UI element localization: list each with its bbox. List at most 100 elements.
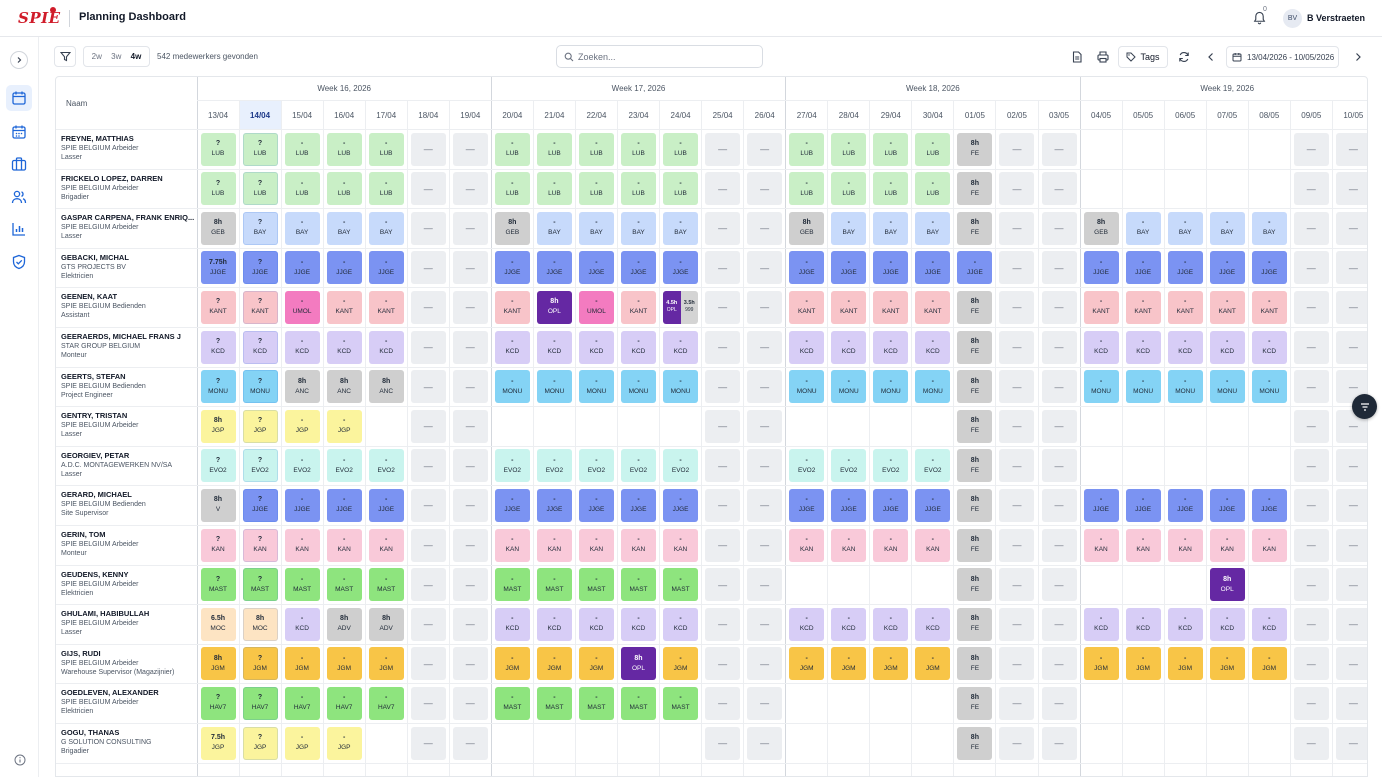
empty-cell[interactable]: — [410, 607, 446, 641]
assignment-cell[interactable]: - JJGE [1251, 251, 1287, 285]
assignment-cell[interactable]: - KANT [915, 290, 951, 324]
empty-cell[interactable]: — [747, 172, 783, 206]
assignment-cell[interactable]: - JJGE [1167, 488, 1203, 522]
assignment-cell[interactable]: 8h FE [957, 488, 993, 522]
day-header[interactable]: 25/04 [702, 101, 744, 129]
assignment-cell[interactable]: - JJGE [621, 488, 656, 522]
assignment-cell[interactable]: - JGM [789, 647, 825, 681]
assignment-cell[interactable]: 8h GEB [1083, 211, 1119, 245]
assignment-cell[interactable]: - JJGE [789, 251, 825, 285]
empty-cell[interactable]: — [747, 568, 783, 602]
range-4w-button[interactable]: 4w [131, 52, 142, 61]
assignment-cell[interactable]: - JJGE [284, 488, 320, 522]
assignment-cell[interactable]: - KCD [915, 330, 951, 364]
assignment-cell[interactable]: - MONU [1167, 370, 1203, 404]
empty-cell[interactable]: — [1293, 172, 1329, 206]
assignment-cell[interactable]: - KCD [873, 607, 909, 641]
assignment-cell[interactable]: - KCD [1209, 607, 1245, 641]
assignment-cell[interactable]: - EVO2 [536, 449, 572, 483]
assignment-cell[interactable]: - KAN [831, 528, 867, 562]
assignment-cell[interactable]: - JGP [284, 409, 320, 443]
empty-cell[interactable]: — [1041, 290, 1077, 324]
assignment-cell[interactable]: - JJGE [831, 251, 867, 285]
assignment-cell[interactable]: - LUB [789, 172, 825, 206]
assignment-cell[interactable]: 8h FE [957, 211, 993, 245]
assignment-cell[interactable]: - KANT [1167, 290, 1203, 324]
assignment-cell[interactable]: 8h FE [957, 290, 993, 324]
assignment-cell[interactable]: - BAY [873, 211, 909, 245]
assignment-cell[interactable]: - MONU [621, 370, 656, 404]
assignment-cell[interactable]: ? MAST [200, 568, 236, 602]
assignment-cell[interactable]: ? MONU [200, 370, 236, 404]
assignment-cell[interactable]: ? LUB [242, 132, 278, 166]
assignment-cell[interactable]: - HAV7 [368, 686, 404, 720]
assignment-cell[interactable]: - MONU [1251, 370, 1287, 404]
assignment-cell[interactable]: - JGM [873, 647, 909, 681]
assignment-cell[interactable]: - HAV7 [326, 686, 362, 720]
assignment-cell[interactable]: - JGP [284, 726, 320, 760]
assignment-cell[interactable]: - JGM [284, 647, 320, 681]
empty-cell[interactable]: — [705, 568, 741, 602]
day-header[interactable]: 15/04 [281, 101, 323, 129]
assignment-cell[interactable]: ? LUB [200, 132, 236, 166]
assignment-cell[interactable]: - KAN [621, 528, 656, 562]
assignment-cell[interactable]: - MAST [284, 568, 320, 602]
assignment-cell[interactable]: 8h FE [957, 172, 993, 206]
assignment-cell[interactable]: - BAY [1251, 211, 1287, 245]
assignment-cell[interactable]: - BAY [663, 211, 699, 245]
empty-cell[interactable]: — [1041, 607, 1077, 641]
day-header[interactable]: 01/05 [954, 101, 996, 129]
assignment-cell[interactable]: - BAY [1167, 211, 1203, 245]
empty-cell[interactable]: — [1335, 726, 1367, 760]
day-header[interactable]: 29/04 [870, 101, 912, 129]
empty-cell[interactable]: — [747, 726, 783, 760]
empty-cell[interactable]: — [747, 409, 783, 443]
assignment-cell[interactable]: - KAN [494, 528, 530, 562]
employee-info[interactable]: GEBACKI, MICHAL GTS PROJECTS BV Elektricie… [61, 253, 198, 281]
assignment-cell[interactable]: - JJGE [1125, 488, 1161, 522]
assignment-cell[interactable]: - MAST [494, 686, 530, 720]
day-header[interactable]: 20/04 [491, 101, 533, 129]
day-header[interactable]: 05/05 [1122, 101, 1164, 129]
assignment-cell[interactable]: - JJGE [578, 251, 614, 285]
empty-cell[interactable]: — [452, 568, 488, 602]
assignment-cell[interactable]: - BAY [915, 211, 951, 245]
assignment-cell[interactable]: ? KANT [200, 290, 236, 324]
assignment-cell[interactable]: - KCD [578, 330, 614, 364]
assignment-cell[interactable]: - JGM [536, 647, 572, 681]
assignment-cell[interactable]: ? JJGE [242, 251, 278, 285]
assignment-cell[interactable]: - JGM [368, 647, 404, 681]
assignment-cell[interactable]: - KCD [1125, 607, 1161, 641]
search-input[interactable] [578, 50, 758, 64]
assignment-cell[interactable]: - KCD [578, 607, 614, 641]
assignment-cell[interactable]: - JJGE [536, 251, 572, 285]
sidebar-item-calendar[interactable] [11, 124, 28, 141]
assignment-cell[interactable]: - KCD [873, 330, 909, 364]
empty-cell[interactable]: — [705, 686, 741, 720]
assignment-cell[interactable]: - JJGE [326, 488, 362, 522]
assignment-cell[interactable]: - KANT [1083, 290, 1119, 324]
empty-cell[interactable]: — [452, 370, 488, 404]
assignment-cell[interactable]: 8h FE [957, 607, 993, 641]
empty-cell[interactable]: — [747, 251, 783, 285]
day-header[interactable]: 09/05 [1290, 101, 1332, 129]
day-header[interactable]: 22/04 [575, 101, 617, 129]
day-header[interactable]: 26/04 [744, 101, 786, 129]
assignment-cell[interactable]: ? KAN [200, 528, 236, 562]
empty-cell[interactable]: — [410, 290, 446, 324]
empty-cell[interactable]: — [1041, 686, 1077, 720]
empty-cell[interactable]: — [705, 251, 741, 285]
empty-cell[interactable]: — [747, 330, 783, 364]
empty-cell[interactable]: — [452, 409, 488, 443]
empty-cell[interactable]: — [705, 172, 741, 206]
day-header[interactable]: 08/05 [1248, 101, 1290, 129]
assignment-cell[interactable]: - LUB [578, 132, 614, 166]
empty-cell[interactable]: — [410, 330, 446, 364]
empty-cell[interactable]: — [452, 647, 488, 681]
empty-cell[interactable]: — [452, 726, 488, 760]
empty-cell[interactable]: — [1293, 528, 1329, 562]
day-header[interactable]: 02/05 [996, 101, 1038, 129]
empty-cell[interactable]: — [410, 568, 446, 602]
assignment-cell[interactable]: - JGM [1209, 647, 1245, 681]
day-header[interactable]: 13/04 [197, 101, 239, 129]
